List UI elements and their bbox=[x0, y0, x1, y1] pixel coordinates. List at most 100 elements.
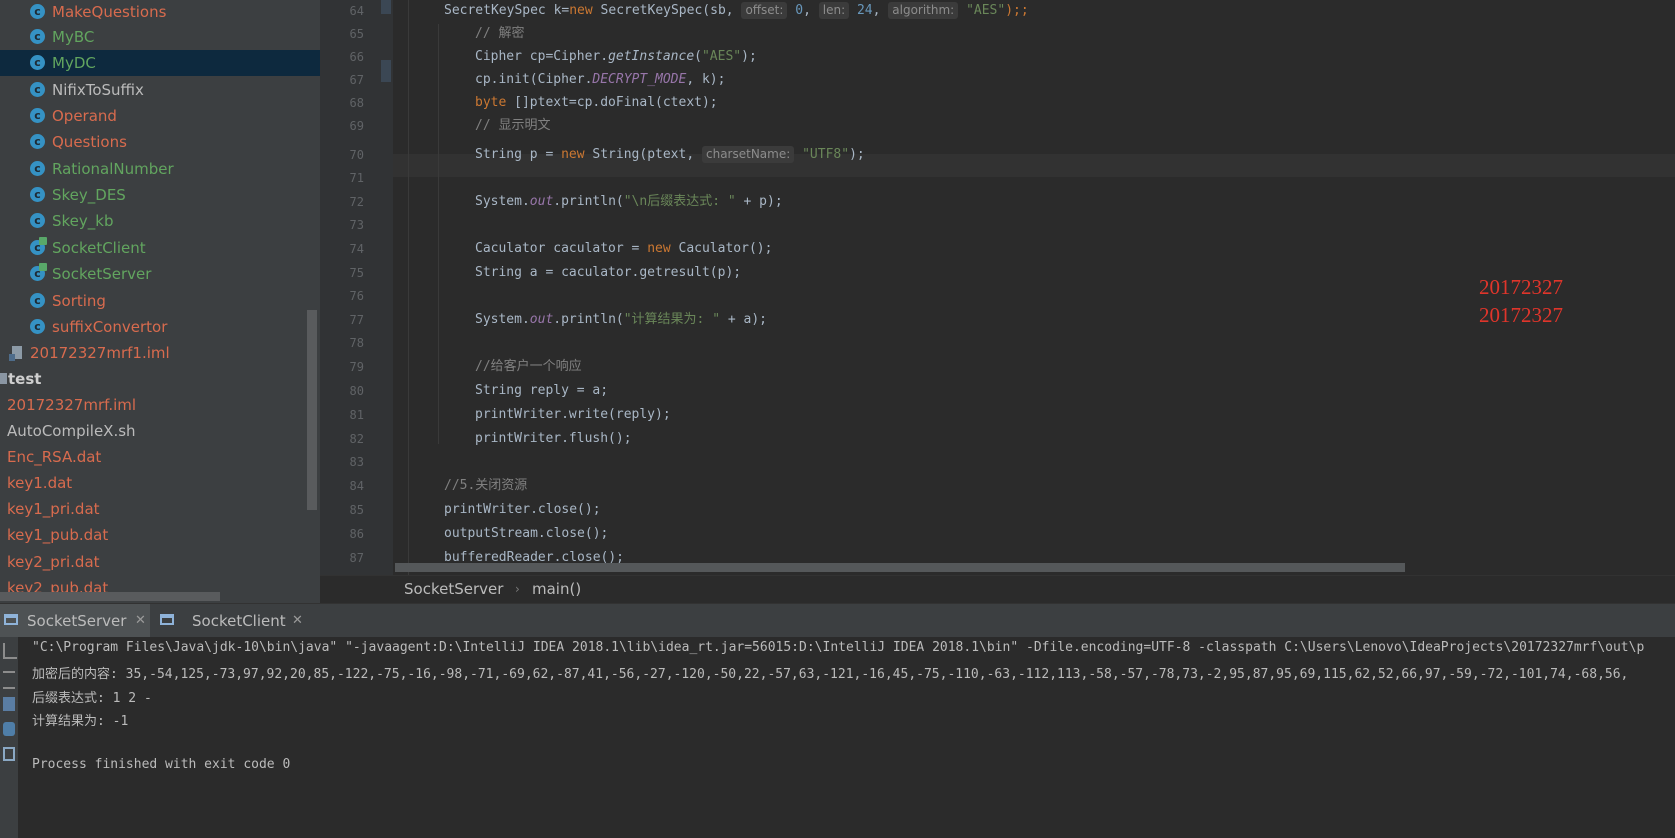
close-icon[interactable]: ✕ bbox=[135, 604, 146, 638]
line-number: 72 bbox=[349, 195, 364, 209]
tree-item-label: 20172327mrf1.iml bbox=[30, 344, 170, 362]
class-icon: c bbox=[30, 161, 45, 176]
line-number: 75 bbox=[349, 266, 364, 280]
runnable-badge-icon bbox=[39, 263, 47, 271]
runnable-badge-icon bbox=[39, 237, 47, 245]
line-number: 87 bbox=[349, 551, 364, 565]
code-line-68[interactable]: byte []ptext=cp.doFinal(ctext); bbox=[475, 91, 718, 115]
line-number: 73 bbox=[349, 218, 364, 232]
tree-item-label: key1_pub.dat bbox=[7, 526, 109, 544]
tree-item[interactable]: c MyDC bbox=[0, 50, 320, 76]
param-hint-algorithm: algorithm: bbox=[888, 2, 959, 19]
code-line-86[interactable]: outputStream.close(); bbox=[444, 522, 608, 546]
tree-item-label: Skey_DES bbox=[52, 186, 126, 204]
module-file-icon bbox=[9, 346, 22, 361]
folder-icon bbox=[0, 373, 7, 384]
run-tab-bar: SocketServer ✕ SocketClient ✕ bbox=[0, 603, 1675, 638]
class-icon: c bbox=[30, 82, 45, 97]
param-hint-len: len: bbox=[818, 2, 850, 19]
line-number: 83 bbox=[349, 455, 364, 469]
line-number: 67 bbox=[349, 73, 364, 87]
class-icon: c bbox=[30, 213, 45, 228]
line-number: 74 bbox=[349, 242, 364, 256]
code-line-65[interactable]: // 解密 bbox=[475, 22, 524, 46]
code-editor[interactable]: 64 65 66 67 68 69 70 71 72 73 74 75 76 77 78 79 80 81 82 83… bbox=[320, 0, 1675, 575]
tree-item-label: SocketClient bbox=[52, 239, 146, 257]
class-icon: c bbox=[30, 187, 45, 202]
code-line-82[interactable]: printWriter.flush(); bbox=[475, 427, 632, 451]
tab-label: SocketClient bbox=[192, 612, 286, 630]
tab-socketclient[interactable]: SocketClient ✕ bbox=[150, 604, 315, 638]
tab-socketserver[interactable]: SocketServer ✕ bbox=[0, 604, 150, 638]
line-number: 65 bbox=[349, 27, 364, 41]
run-toolbar bbox=[0, 637, 18, 838]
class-icon: c bbox=[30, 319, 45, 334]
code-line-85[interactable]: printWriter.close(); bbox=[444, 498, 601, 522]
console-line: 加密后的内容: 35,-54,125,-73,97,92,20,85,-122,… bbox=[32, 667, 1629, 682]
tree-item-label: key1.dat bbox=[7, 474, 73, 492]
tree-item-label: Operand bbox=[52, 107, 117, 125]
tree-item-label: MakeQuestions bbox=[52, 3, 167, 21]
param-hint-charsetName: charsetName: bbox=[701, 146, 795, 163]
close-icon[interactable]: ✕ bbox=[292, 604, 303, 638]
console-line: 计算结果为: -1 bbox=[32, 714, 129, 729]
clear-all-icon[interactable] bbox=[3, 747, 15, 761]
param-hint-offset: offset: bbox=[741, 2, 788, 19]
code-line-80[interactable]: String reply = a; bbox=[475, 379, 608, 403]
class-icon: c bbox=[30, 293, 45, 308]
breadcrumb-method[interactable]: main() bbox=[532, 580, 581, 598]
line-number: 64 bbox=[349, 4, 364, 18]
code-line-79[interactable]: //给客户一个响应 bbox=[475, 355, 582, 379]
line-number: 82 bbox=[349, 432, 364, 446]
tree-item-label: Skey_kb bbox=[52, 212, 114, 230]
indent-guide bbox=[408, 0, 409, 575]
code-line-84[interactable]: //5.关闭资源 bbox=[444, 474, 527, 498]
tree-horizontal-scrollbar[interactable] bbox=[0, 592, 220, 601]
code-line-75[interactable]: String a = caculator.getresult(p); bbox=[475, 261, 741, 285]
line-number: 66 bbox=[349, 50, 364, 64]
class-icon: c bbox=[30, 55, 45, 70]
tree-vertical-scrollbar[interactable] bbox=[307, 310, 317, 510]
line-number: 80 bbox=[349, 384, 364, 398]
run-console[interactable]: "C:\Program Files\Java\jdk-10\bin\java" … bbox=[18, 637, 1675, 838]
scroll-to-end-icon[interactable] bbox=[3, 643, 17, 659]
code-line-77[interactable]: System.out.println("计算结果为: " + a); bbox=[475, 308, 767, 332]
code-line-67[interactable]: cp.init(Cipher.DECRYPT_MODE, k); bbox=[475, 68, 725, 92]
tab-label: SocketServer bbox=[27, 612, 127, 630]
line-number: 70 bbox=[349, 148, 364, 162]
line-number: 76 bbox=[349, 289, 364, 303]
line-number: 85 bbox=[349, 503, 364, 517]
line-number: 68 bbox=[349, 96, 364, 110]
change-marker bbox=[381, 60, 391, 82]
tree-item-label: MyDC bbox=[52, 54, 96, 72]
class-icon: c bbox=[30, 4, 45, 19]
console-line: 后缀表达式: 1 2 - bbox=[32, 691, 152, 706]
tree-item-label: Questions bbox=[52, 133, 127, 151]
code-line-69[interactable]: // 显示明文 bbox=[475, 114, 550, 138]
line-number: 69 bbox=[349, 119, 364, 133]
line-number: 84 bbox=[349, 479, 364, 493]
pin-icon[interactable] bbox=[3, 722, 15, 736]
tree-item-label: key1_pri.dat bbox=[7, 500, 100, 518]
code-line-81[interactable]: printWriter.write(reply); bbox=[475, 403, 671, 427]
code-line-64[interactable]: SecretKeySpec k=new SecretKeySpec(sb, of… bbox=[444, 0, 1029, 23]
code-line-66[interactable]: Cipher cp=Cipher.getInstance("AES"); bbox=[475, 45, 757, 69]
breadcrumb-class[interactable]: SocketServer bbox=[404, 580, 503, 598]
code-line-70[interactable]: String p = new String(ptext, charsetName… bbox=[475, 143, 865, 167]
class-icon: c bbox=[30, 29, 45, 44]
line-number: 79 bbox=[349, 360, 364, 374]
tree-item-label: NifixToSuffix bbox=[52, 81, 144, 99]
code-line-74[interactable]: Caculator caculator = new Caculator(); bbox=[475, 237, 772, 261]
console-icon bbox=[160, 614, 174, 625]
print-icon[interactable] bbox=[3, 697, 15, 711]
editor-horizontal-scrollbar[interactable] bbox=[395, 563, 1405, 572]
breadcrumb-separator-icon: › bbox=[515, 582, 520, 596]
console-line: "C:\Program Files\Java\jdk-10\bin\java" … bbox=[32, 640, 1645, 655]
code-line-72[interactable]: System.out.println("\n后缀表达式: " + p); bbox=[475, 190, 783, 214]
line-number: 81 bbox=[349, 408, 364, 422]
project-tree: c MakeQuestions c MyBC c MyDC c NifixToSuffix c O… bbox=[0, 0, 320, 603]
soft-wrap-icon[interactable] bbox=[3, 671, 15, 689]
line-number: 86 bbox=[349, 527, 364, 541]
tree-item-label: RationalNumber bbox=[52, 160, 174, 178]
watermark-text: 20172327 bbox=[1479, 303, 1563, 327]
